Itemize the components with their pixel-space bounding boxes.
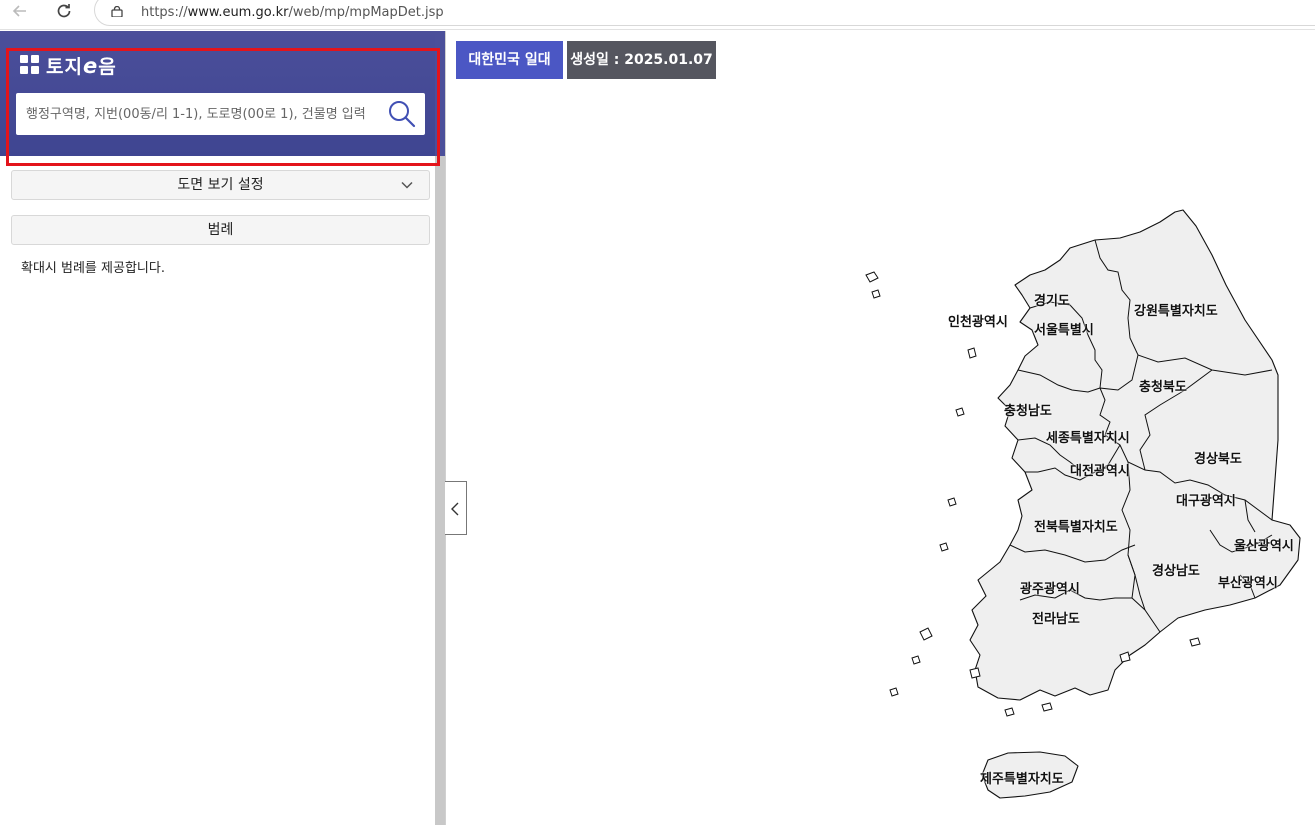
- panel-divider: [445, 31, 446, 825]
- chevron-left-icon: [451, 502, 459, 516]
- region-label: 서울특별시: [1034, 323, 1094, 338]
- region-label: 전북특별자치도: [1034, 520, 1118, 535]
- map-svg: [865, 209, 1301, 799]
- mainland-outline: [969, 209, 1301, 701]
- logo[interactable]: 토지e음: [20, 53, 117, 78]
- region-label: 충청남도: [1004, 404, 1052, 419]
- logo-text: 토지e음: [46, 53, 117, 78]
- region-badge[interactable]: 대한민국 일대: [456, 41, 563, 79]
- region-label: 경기도: [1034, 294, 1070, 309]
- search-box: [16, 93, 425, 135]
- back-arrow-icon[interactable]: [8, 2, 32, 26]
- view-settings-label: 도면 보기 설정: [177, 177, 264, 193]
- region-label: 제주특별자치도: [980, 772, 1064, 787]
- reload-icon[interactable]: [52, 2, 76, 26]
- region-label: 경상북도: [1194, 452, 1242, 467]
- date-badge: 생성일 : 2025.01.07: [567, 41, 716, 79]
- chevron-down-icon: [401, 181, 413, 189]
- search-icon: [389, 101, 416, 128]
- address-bar[interactable]: https://www.eum.go.kr/web/mp/mpMapDet.js…: [94, 0, 1315, 26]
- panel-header: 토지e음: [0, 31, 445, 156]
- region-label: 전라남도: [1032, 612, 1080, 627]
- region-label: 광주광역시: [1020, 582, 1080, 597]
- region-label: 부산광역시: [1218, 576, 1278, 591]
- region-label: 세종특별자치시: [1046, 431, 1130, 446]
- url-text: https://www.eum.go.kr/web/mp/mpMapDet.js…: [141, 5, 444, 20]
- browser-toolbar: https://www.eum.go.kr/web/mp/mpMapDet.js…: [0, 0, 1315, 30]
- lock-icon: [111, 6, 123, 17]
- search-button[interactable]: [387, 99, 417, 129]
- panel-collapse-toggle[interactable]: [445, 481, 467, 535]
- region-label: 울산광역시: [1234, 539, 1294, 554]
- legend-note: 확대시 범례를 제공합니다.: [21, 261, 165, 276]
- panel-scrollbar[interactable]: [435, 156, 445, 825]
- region-label: 대구광역시: [1176, 494, 1236, 509]
- region-label: 강원특별자치도: [1134, 304, 1218, 319]
- region-label: 충청북도: [1139, 380, 1187, 395]
- region-label: 대전광역시: [1070, 464, 1130, 479]
- legend-accordion[interactable]: 범례: [11, 215, 430, 245]
- region-label: 인천광역시: [948, 315, 1008, 330]
- legend-label: 범례: [207, 222, 234, 238]
- view-settings-accordion[interactable]: 도면 보기 설정: [11, 170, 430, 200]
- left-panel: 토지e음 도면 보기 설정 범례 확대시 범례를 제공합니다.: [0, 31, 445, 825]
- search-input[interactable]: [16, 93, 376, 135]
- region-label: 경상남도: [1152, 564, 1200, 579]
- logo-mark-icon: [20, 55, 40, 75]
- korea-map[interactable]: 경기도 인천광역시 서울특별시 강원특별자치도 충청북도 충청남도 세종특별자치…: [860, 200, 1315, 810]
- scrollbar-top: [435, 31, 445, 156]
